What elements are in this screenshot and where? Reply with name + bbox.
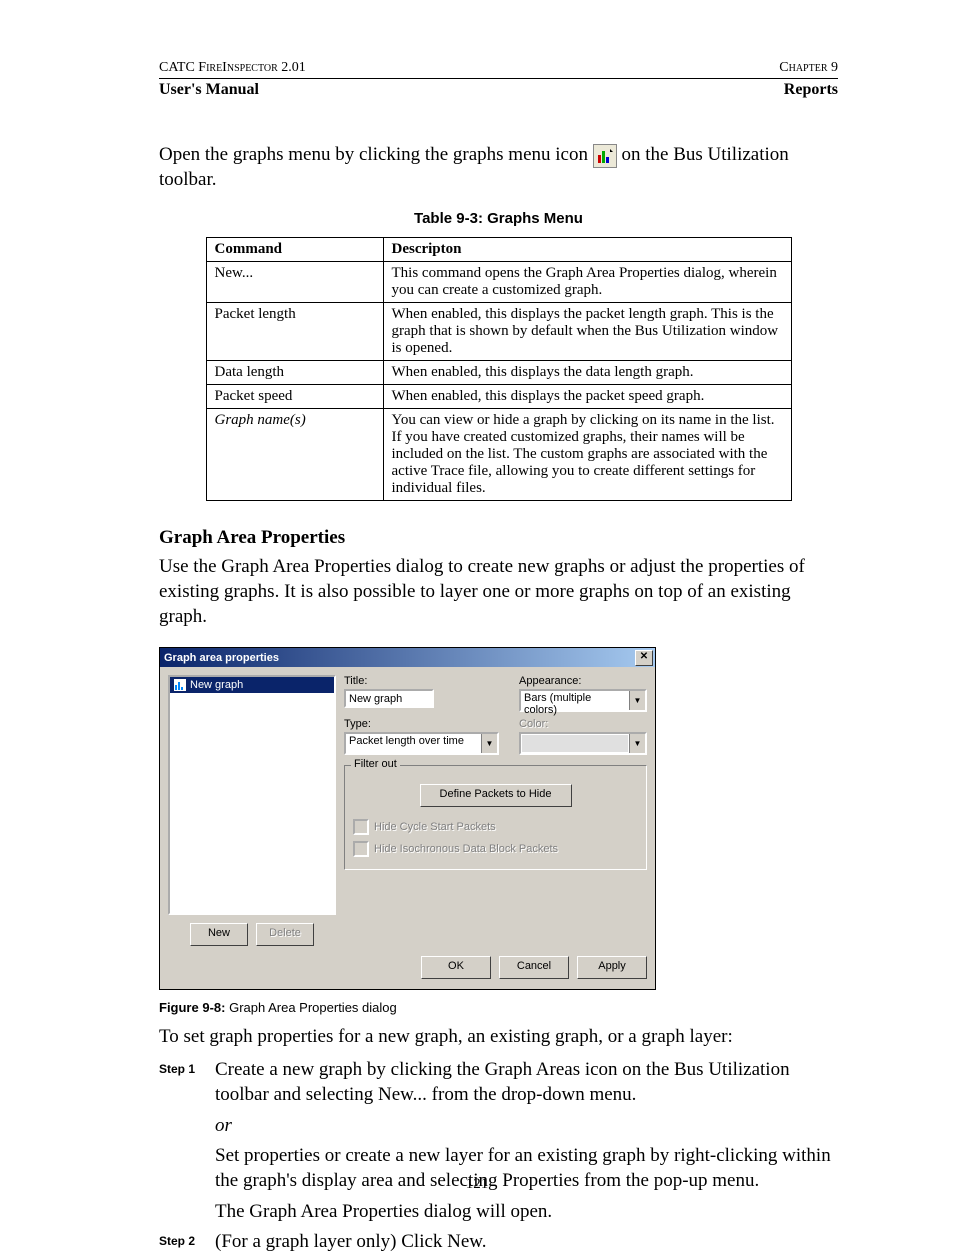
dialog-titlebar: Graph area properties ✕: [160, 648, 655, 667]
step-1-text-c: The Graph Area Properties dialog will op…: [215, 1200, 838, 1225]
table-caption: Table 9-3: Graphs Menu: [159, 210, 838, 227]
cmd-cell: Packet speed: [206, 385, 383, 409]
desc-cell: When enabled, this displays the packet s…: [383, 385, 791, 409]
intro-text-a: Open the graphs menu by clicking the gra…: [159, 144, 593, 165]
hide-iso-checkbox: [353, 841, 369, 857]
table-row: Graph name(s) You can view or hide a gra…: [206, 409, 791, 501]
appearance-label: Appearance:: [519, 675, 647, 687]
define-packets-button[interactable]: Define Packets to Hide: [420, 784, 572, 807]
header-chapter: Chapter 9: [779, 60, 838, 76]
type-value: Packet length over time: [346, 734, 481, 753]
type-combo[interactable]: Packet length over time ▼: [344, 732, 499, 755]
title-label: Title:: [344, 675, 499, 687]
graph-area-properties-dialog: Graph area properties ✕ New graph New De…: [159, 647, 656, 990]
appearance-value: Bars (multiple colors): [521, 691, 629, 710]
type-label: Type:: [344, 718, 499, 730]
header-product: CATC FireInspector 2.01: [159, 60, 306, 76]
cmd-cell: Graph name(s): [206, 409, 383, 501]
color-picker: ▼: [519, 732, 647, 755]
close-icon[interactable]: ✕: [635, 650, 653, 666]
list-item[interactable]: New graph: [170, 677, 334, 693]
cmd-cell: New...: [206, 262, 383, 303]
filter-out-legend: Filter out: [351, 758, 400, 770]
step-1-label: Step 1: [159, 1058, 215, 1224]
list-item-label: New graph: [190, 679, 243, 691]
table-row: Data length When enabled, this displays …: [206, 361, 791, 385]
page-number: 121: [0, 1176, 954, 1193]
chevron-down-icon[interactable]: ▼: [629, 691, 645, 710]
desc-cell: This command opens the Graph Area Proper…: [383, 262, 791, 303]
hide-cycle-start-checkbox: [353, 819, 369, 835]
cancel-button[interactable]: Cancel: [499, 956, 569, 979]
desc-cell: You can view or hide a graph by clicking…: [383, 409, 791, 501]
figure-caption: Figure 9-8: Graph Area Properties dialog: [159, 1000, 838, 1015]
header-manual: User's Manual: [159, 81, 259, 99]
graphs-menu-table: Command Descripton New... This command o…: [206, 237, 792, 501]
desc-cell: When enabled, this displays the data len…: [383, 361, 791, 385]
cmd-cell: Data length: [206, 361, 383, 385]
color-label: Color:: [519, 718, 647, 730]
apply-button[interactable]: Apply: [577, 956, 647, 979]
dialog-title: Graph area properties: [164, 652, 279, 664]
section-heading: Graph Area Properties: [159, 527, 838, 549]
desc-cell: When enabled, this displays the packet l…: [383, 303, 791, 361]
graph-listbox[interactable]: New graph: [168, 675, 336, 915]
new-button[interactable]: New: [190, 923, 248, 946]
header-section: Reports: [784, 81, 838, 99]
step-1-or: or: [215, 1114, 838, 1139]
step-2-label: Step 2: [159, 1230, 215, 1255]
post-paragraph: To set graph properties for a new graph,…: [159, 1025, 838, 1050]
figure-caption-num: Figure 9-8:: [159, 1000, 225, 1015]
table-row: New... This command opens the Graph Area…: [206, 262, 791, 303]
ok-button[interactable]: OK: [421, 956, 491, 979]
table-header-command: Command: [206, 238, 383, 262]
appearance-combo[interactable]: Bars (multiple colors) ▼: [519, 689, 647, 712]
filter-out-group: Filter out Define Packets to Hide Hide C…: [344, 765, 647, 870]
title-input[interactable]: [344, 689, 434, 708]
graph-item-icon: [173, 678, 187, 692]
chevron-down-icon: ▼: [629, 734, 645, 753]
step-1-text-a: Create a new graph by clicking the Graph…: [215, 1058, 838, 1107]
step-2-text: (For a graph layer only) Click New.: [215, 1230, 838, 1255]
cmd-cell: Packet length: [206, 303, 383, 361]
table-header-description: Descripton: [383, 238, 791, 262]
table-row: Packet length When enabled, this display…: [206, 303, 791, 361]
intro-paragraph: Open the graphs menu by clicking the gra…: [159, 143, 838, 192]
chevron-down-icon[interactable]: ▼: [481, 734, 497, 753]
delete-button: Delete: [256, 923, 314, 946]
hide-iso-label: Hide Isochronous Data Block Packets: [374, 843, 558, 855]
graphs-menu-icon: [593, 144, 617, 168]
hide-cycle-start-label: Hide Cycle Start Packets: [374, 821, 496, 833]
figure-caption-text: Graph Area Properties dialog: [225, 1000, 396, 1015]
table-row: Packet speed When enabled, this displays…: [206, 385, 791, 409]
section-paragraph: Use the Graph Area Properties dialog to …: [159, 555, 838, 629]
